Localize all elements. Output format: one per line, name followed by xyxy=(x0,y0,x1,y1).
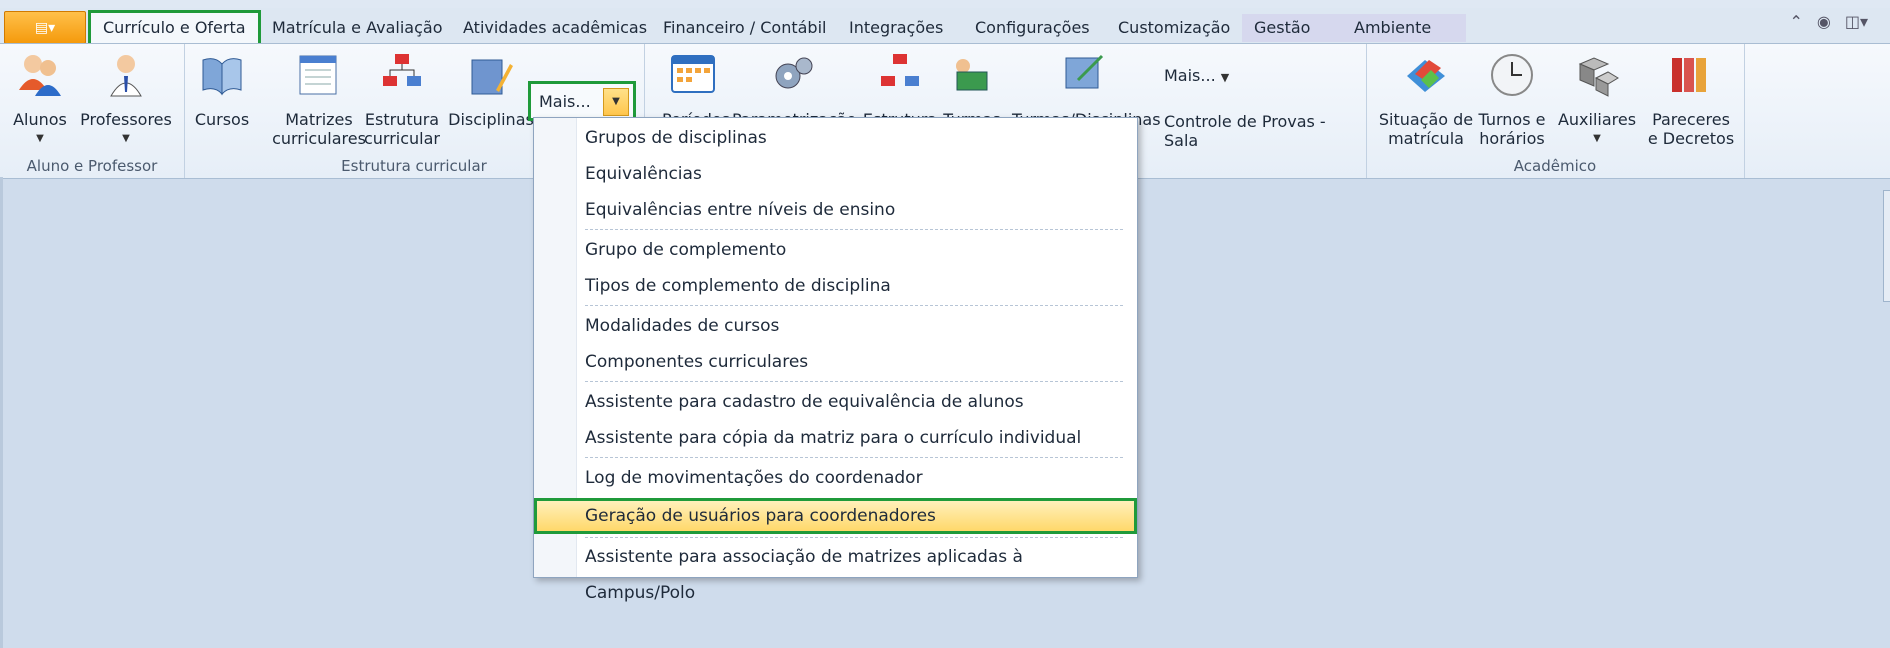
mais-2-label: Mais... xyxy=(1164,66,1216,85)
estrutura-curricular-button[interactable]: Estrutura curricular xyxy=(360,50,444,148)
controle-provas-label: Controle de Provas - Sala xyxy=(1164,112,1326,150)
situacao-label-2: matrícula xyxy=(1388,129,1464,148)
gears-icon xyxy=(775,57,813,89)
situacao-label-1: Situação de xyxy=(1378,110,1474,129)
professores-label: Professores xyxy=(80,110,172,129)
menu-item-grupo-complemento[interactable]: Grupo de complemento xyxy=(534,232,1137,268)
workspace-left-edge xyxy=(0,177,3,648)
boxes-icon xyxy=(1578,57,1619,97)
menu-item-geracao-usuarios[interactable]: Geração de usuários para coordenadores xyxy=(534,498,1137,534)
tab-configuracoes[interactable]: Configurações xyxy=(963,14,1102,42)
app-menu-icon: ▤▾ xyxy=(34,19,56,36)
layout-icon[interactable]: ◫▾ xyxy=(1845,12,1868,31)
estrutura-label-1: Estrutura xyxy=(364,110,440,129)
alunos-button[interactable]: Alunos ▼ xyxy=(10,50,70,148)
auxiliares-label: Auxiliares xyxy=(1557,110,1637,129)
group-caption: Acadêmico xyxy=(1513,157,1597,175)
folder-pencil-icon xyxy=(471,59,513,95)
menu-separator xyxy=(585,229,1123,230)
turnos-horarios-button[interactable]: Turnos e horários xyxy=(1476,50,1548,148)
tabbar-tools: ⌃ ◉ ◫▾ xyxy=(1789,12,1890,31)
group-aluno-professor: Alunos ▼ Professores ▼ Aluno e Professor xyxy=(0,44,185,178)
pareceres-label-2: e Decretos xyxy=(1647,129,1735,148)
tab-curriculo-oferta[interactable]: Currículo e Oferta xyxy=(88,10,261,46)
teacher-icon xyxy=(110,55,142,97)
alunos-label: Alunos xyxy=(13,110,67,129)
menu-item-componentes-curriculares[interactable]: Componentes curriculares xyxy=(534,344,1137,380)
tab-integracoes[interactable]: Integrações xyxy=(837,14,955,42)
menu-item-assistente-equivalencia[interactable]: Assistente para cadastro de equivalência… xyxy=(534,384,1137,420)
turnos-label-1: Turnos e xyxy=(1478,110,1546,129)
menu-item-tipos-complemento[interactable]: Tipos de complemento de disciplina xyxy=(534,268,1137,304)
menu-item-equivalencias[interactable]: Equivalências xyxy=(534,156,1137,192)
cursos-button[interactable]: Cursos xyxy=(192,50,252,129)
app-window: ▤▾ Currículo e Oferta Matrícula e Avalia… xyxy=(0,0,1890,648)
vertical-scrollbar[interactable] xyxy=(1883,190,1890,302)
structure-icon xyxy=(383,54,421,86)
matrix-document-icon xyxy=(299,55,337,95)
menu-separator xyxy=(585,537,1123,538)
turnos-label-2: horários xyxy=(1479,129,1545,148)
situacao-matricula-button[interactable]: Situação de matrícula xyxy=(1378,50,1474,148)
cursos-label: Cursos xyxy=(194,110,250,129)
pareceres-label-1: Pareceres xyxy=(1652,110,1730,129)
mais-dropdown-menu: Grupos de disciplinas Equivalências Equi… xyxy=(533,117,1138,603)
menu-item-log-movimentacoes[interactable]: Log de movimentações do coordenador xyxy=(534,460,1137,496)
controle-provas-button[interactable]: Controle de Provas - Sala xyxy=(1164,112,1364,150)
menu-separator xyxy=(585,457,1123,458)
title-strip xyxy=(0,0,1890,8)
tab-atividades-academicas[interactable]: Atividades acadêmicas xyxy=(451,14,659,42)
status-cubes-icon xyxy=(1407,60,1445,92)
binders-icon xyxy=(1672,58,1706,92)
professores-button[interactable]: Professores ▼ xyxy=(78,50,174,148)
application-menu-button[interactable]: ▤▾ xyxy=(4,11,86,44)
disciplinas-button[interactable]: Disciplinas xyxy=(448,50,534,129)
globe-icon[interactable]: ◉ xyxy=(1817,12,1831,31)
tab-ambiente[interactable]: Ambiente xyxy=(1342,14,1466,42)
mais-dropdown-button[interactable]: Mais... ▼ xyxy=(528,81,636,121)
book-icon xyxy=(202,58,242,96)
chevron-down-icon[interactable]: ▼ xyxy=(603,88,629,116)
group-caption: Aluno e Professor xyxy=(26,157,158,175)
matrizes-label-1: Matrizes xyxy=(285,110,353,129)
menu-item-assistente-copia-matriz[interactable]: Assistente para cópia da matriz para o c… xyxy=(534,420,1137,456)
tab-customizacao[interactable]: Customização xyxy=(1106,14,1242,42)
auxiliares-button[interactable]: Auxiliares ▼ xyxy=(1552,50,1642,148)
menu-item-equivalencias-niveis[interactable]: Equivalências entre níveis de ensino xyxy=(534,192,1137,228)
menu-item-assistente-associacao-matrizes[interactable]: Assistente para associação de matrizes a… xyxy=(534,539,1137,603)
students-icon xyxy=(19,55,61,96)
menu-item-modalidades-cursos[interactable]: Modalidades de cursos xyxy=(534,308,1137,344)
mais-label: Mais... xyxy=(539,92,591,111)
auxiliares-dropdown-arrow[interactable]: ▼ xyxy=(1552,129,1642,148)
pareceres-decretos-button[interactable]: Pareceres e Decretos xyxy=(1646,50,1736,148)
class-group-icon xyxy=(956,59,988,91)
chevron-down-icon: ▼ xyxy=(1220,71,1230,84)
professores-dropdown-arrow[interactable]: ▼ xyxy=(78,129,174,148)
menu-separator xyxy=(585,381,1123,382)
calendar-icon xyxy=(671,55,715,93)
menu-item-grupos-disciplinas[interactable]: Grupos de disciplinas xyxy=(534,120,1137,156)
class-subjects-icon xyxy=(1065,54,1104,89)
group-academico: Situação de matrícula Turnos e horários … xyxy=(1366,44,1745,178)
clock-icon xyxy=(1491,54,1533,96)
matrizes-curriculares-button[interactable]: Matrizes curriculares xyxy=(272,50,366,148)
alunos-dropdown-arrow[interactable]: ▼ xyxy=(10,129,70,148)
menu-separator xyxy=(585,305,1123,306)
tab-financeiro-contabil[interactable]: Financeiro / Contábil xyxy=(651,14,838,42)
matrizes-label-2: curriculares xyxy=(272,129,366,148)
structure-icon xyxy=(881,54,919,86)
estrutura-label-2: curricular xyxy=(363,129,441,148)
mais-2-button[interactable]: Mais... ▼ xyxy=(1164,66,1264,87)
minimize-ribbon-icon[interactable]: ⌃ xyxy=(1789,12,1802,31)
tab-matricula-avaliacao[interactable]: Matrícula e Avaliação xyxy=(260,14,454,42)
disciplinas-label: Disciplinas xyxy=(448,110,534,129)
